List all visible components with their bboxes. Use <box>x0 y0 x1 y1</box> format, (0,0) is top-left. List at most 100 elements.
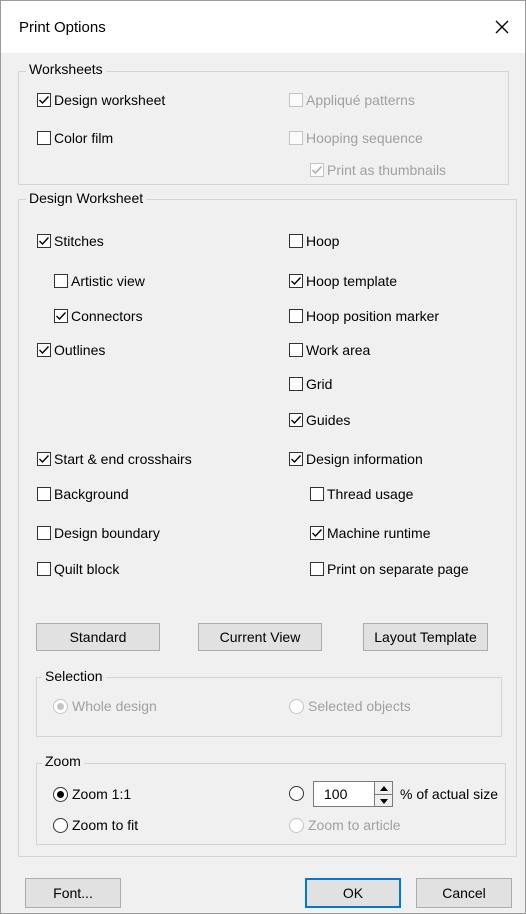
current-view-button[interactable]: Current View <box>198 623 322 651</box>
print-options-dialog: Print Options Worksheets Design workshee… <box>0 0 526 914</box>
radio-label: Zoom to fit <box>72 817 139 833</box>
zoom-percent-radio[interactable] <box>289 786 308 801</box>
radio-circle <box>289 786 304 801</box>
start-end-crosshairs-checkbox[interactable]: Start & end crosshairs <box>37 451 192 467</box>
window-title: Print Options <box>19 19 106 36</box>
checkbox-box <box>289 377 303 391</box>
checkbox-label: Guides <box>306 412 351 428</box>
checkmark-icon <box>39 96 50 105</box>
checkbox-label: Hoop position marker <box>306 308 440 324</box>
radio-circle <box>289 817 304 833</box>
design-worksheet-checkbox[interactable]: Design worksheet <box>37 92 165 108</box>
checkbox-box <box>289 131 303 145</box>
connectors-checkbox[interactable]: Connectors <box>54 308 143 324</box>
spin-down-icon[interactable] <box>375 795 392 807</box>
applique-patterns-checkbox[interactable]: Appliqué patterns <box>289 92 415 108</box>
checkmark-icon <box>291 455 302 464</box>
hooping-sequence-checkbox[interactable]: Hooping sequence <box>289 130 423 146</box>
checkbox-label: Quilt block <box>54 561 120 577</box>
thread-usage-checkbox[interactable]: Thread usage <box>310 486 413 502</box>
design-boundary-checkbox[interactable]: Design boundary <box>37 525 160 541</box>
quilt-block-checkbox[interactable]: Quilt block <box>37 561 119 577</box>
checkbox-box <box>37 526 51 540</box>
checkbox-box <box>310 562 324 576</box>
zoom-percent-suffix: % of actual size <box>400 786 499 802</box>
title-bar: Print Options <box>1 1 525 53</box>
checkbox-box <box>289 309 303 323</box>
checkbox-box <box>289 413 303 427</box>
checkbox-label: Design information <box>306 451 423 467</box>
checkbox-box <box>37 343 51 357</box>
checkbox-label: Start & end crosshairs <box>54 451 192 467</box>
checkbox-label: Work area <box>306 342 371 358</box>
stitches-checkbox[interactable]: Stitches <box>37 233 104 249</box>
checkbox-box <box>289 93 303 107</box>
radio-circle <box>53 698 68 714</box>
hoop-position-marker-checkbox[interactable]: Hoop position marker <box>289 308 439 324</box>
background-checkbox[interactable]: Background <box>37 486 129 502</box>
outlines-checkbox[interactable]: Outlines <box>37 342 105 358</box>
checkbox-label: Design worksheet <box>54 92 166 108</box>
checkbox-label: Machine runtime <box>327 525 431 541</box>
hoop-template-checkbox[interactable]: Hoop template <box>289 273 397 289</box>
whole-design-radio[interactable]: Whole design <box>53 698 157 714</box>
checkbox-label: Color film <box>54 130 114 146</box>
grid-checkbox[interactable]: Grid <box>289 376 332 392</box>
font-button[interactable]: Font... <box>25 878 121 908</box>
cancel-button[interactable]: Cancel <box>416 878 512 908</box>
hoop-checkbox[interactable]: Hoop <box>289 233 339 249</box>
radio-label: Selected objects <box>308 698 411 714</box>
checkbox-label: Print on separate page <box>327 561 469 577</box>
spin-up-icon[interactable] <box>375 782 392 795</box>
checkbox-box <box>310 487 324 501</box>
checkbox-box <box>37 487 51 501</box>
zoom-to-fit-radio[interactable]: Zoom to fit <box>53 817 138 833</box>
checkmark-icon <box>56 312 67 321</box>
checkmark-icon <box>291 416 302 425</box>
radio-dot <box>57 790 64 798</box>
artistic-view-checkbox[interactable]: Artistic view <box>54 273 145 289</box>
checkbox-label: Hooping sequence <box>306 130 423 146</box>
checkbox-box <box>54 274 68 288</box>
zoom-1-1-radio[interactable]: Zoom 1:1 <box>53 786 131 802</box>
design-information-checkbox[interactable]: Design information <box>289 451 423 467</box>
checkmark-icon <box>291 277 302 286</box>
standard-button[interactable]: Standard <box>36 623 160 651</box>
checkbox-box <box>289 452 303 466</box>
selected-objects-radio[interactable]: Selected objects <box>289 698 411 714</box>
close-button[interactable] <box>479 1 525 53</box>
checkbox-label: Stitches <box>54 233 104 249</box>
checkbox-box <box>37 93 51 107</box>
checkmark-icon <box>39 346 50 355</box>
layout-template-button[interactable]: Layout Template <box>363 623 488 651</box>
radio-circle <box>289 698 304 714</box>
checkbox-label: Connectors <box>71 308 143 324</box>
checkbox-label: Grid <box>306 376 333 392</box>
checkbox-box <box>289 234 303 248</box>
checkbox-label: Print as thumbnails <box>327 162 447 178</box>
zoom-percent-spinner[interactable] <box>375 781 393 807</box>
radio-circle <box>53 817 68 833</box>
guides-checkbox[interactable]: Guides <box>289 412 350 428</box>
checkmark-icon <box>39 455 50 464</box>
radio-dot <box>57 702 64 710</box>
work-area-checkbox[interactable]: Work area <box>289 342 370 358</box>
zoom-percent-value: 100 <box>324 786 348 802</box>
checkbox-label: Design boundary <box>54 525 160 541</box>
zoom-percent-input[interactable]: 100 <box>313 781 375 807</box>
machine-runtime-checkbox[interactable]: Machine runtime <box>310 525 431 541</box>
checkbox-box <box>310 526 324 540</box>
checkbox-box <box>54 309 68 323</box>
checkbox-box <box>37 562 51 576</box>
print-as-thumbnails-checkbox[interactable]: Print as thumbnails <box>310 162 446 178</box>
zoom-to-article-radio[interactable]: Zoom to article <box>289 817 401 833</box>
ok-button[interactable]: OK <box>305 878 401 908</box>
print-on-separate-page-checkbox[interactable]: Print on separate page <box>310 561 469 577</box>
color-film-checkbox[interactable]: Color film <box>37 130 113 146</box>
checkmark-icon <box>39 237 50 246</box>
checkbox-box <box>37 234 51 248</box>
checkbox-label: Hoop <box>306 233 340 249</box>
checkbox-label: Hoop template <box>306 273 398 289</box>
zoom-legend: Zoom <box>42 753 84 769</box>
close-icon <box>495 20 509 34</box>
